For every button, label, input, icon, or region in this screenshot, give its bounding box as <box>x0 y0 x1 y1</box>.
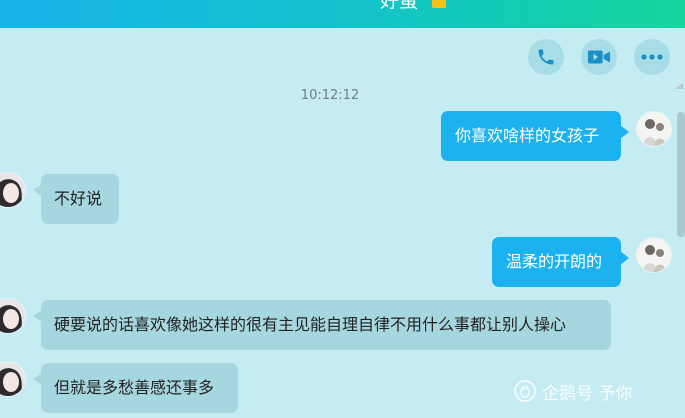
chat-message-outgoing[interactable]: 温柔的开朗的 <box>492 237 629 287</box>
self-avatar-image <box>637 112 671 146</box>
contact-avatar-image <box>0 299 25 333</box>
chat-message-outgoing[interactable]: 你喜欢啥样的女孩子 <box>441 111 629 161</box>
penguin-logo-icon <box>514 380 536 402</box>
chat-message-incoming[interactable]: 不好说 <box>33 174 119 224</box>
voice-call-button[interactable] <box>528 39 564 75</box>
avatar[interactable] <box>636 111 672 147</box>
scrollbar-thumb[interactable] <box>677 112 685 237</box>
title-bar: 好蛋 <box>0 0 685 28</box>
contact-avatar-image <box>0 362 25 396</box>
phone-icon <box>538 49 554 65</box>
avatar[interactable] <box>0 361 26 397</box>
title-badge-icon <box>432 0 446 8</box>
chat-title: 好蛋 <box>380 0 419 12</box>
video-call-button[interactable] <box>581 39 617 75</box>
message-timestamp: 10:12:12 <box>300 88 360 103</box>
watermark: 企鹅号 予你 <box>514 380 633 404</box>
self-avatar-image <box>637 238 671 272</box>
avatar[interactable] <box>0 298 26 334</box>
chat-message-incoming[interactable]: 硬要说的话喜欢像她这样的很有主见能自理自律不用什么事都让别人操心 <box>33 300 611 350</box>
video-camera-icon <box>587 50 611 64</box>
avatar[interactable] <box>636 237 672 273</box>
avatar[interactable] <box>0 172 26 208</box>
contact-avatar-image <box>0 173 25 207</box>
more-dots-icon <box>641 54 663 60</box>
watermark-text: 企鹅号 予你 <box>542 383 633 404</box>
more-options-button[interactable] <box>634 39 670 75</box>
scroll-up-icon[interactable] <box>674 82 684 90</box>
chat-message-incoming[interactable]: 但就是多愁善感还事多 <box>33 363 238 413</box>
